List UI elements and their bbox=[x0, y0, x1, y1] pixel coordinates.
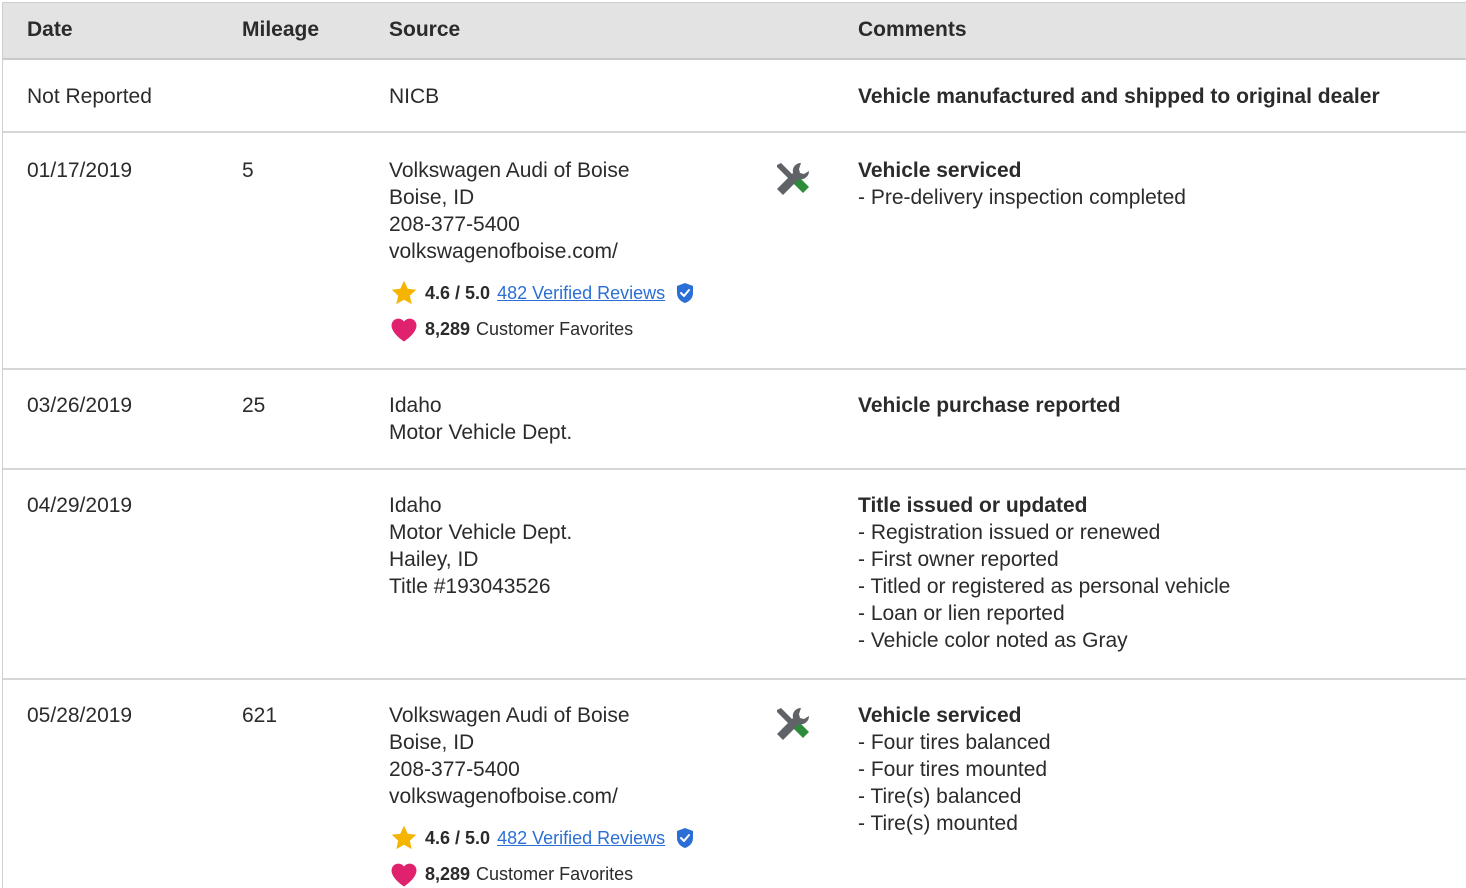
comment-line: - Registration issued or renewed bbox=[858, 521, 1161, 544]
vehicle-history-table: Date Mileage Source Comments Not Reporte… bbox=[2, 2, 1466, 888]
dealer-phone: 208-377-5400 bbox=[389, 758, 520, 781]
comment-line: - Tire(s) balanced bbox=[858, 785, 1022, 808]
table-header: Date Mileage Source Comments bbox=[3, 2, 1466, 60]
row-comments: Vehicle serviced - Pre-delivery inspecti… bbox=[858, 157, 1186, 211]
row-comments: Vehicle serviced - Four tires balanced -… bbox=[858, 702, 1051, 837]
wrench-screwdriver-icon bbox=[777, 162, 810, 195]
header-comments: Comments bbox=[858, 18, 967, 41]
row-comments: Vehicle purchase reported bbox=[858, 392, 1121, 419]
star-icon bbox=[391, 825, 417, 850]
favorites-count: 8,289 bbox=[425, 863, 471, 884]
header-mileage: Mileage bbox=[242, 18, 320, 41]
verified-shield-icon bbox=[677, 283, 694, 303]
verified-reviews-link[interactable]: 482 Verified Reviews bbox=[497, 825, 665, 852]
comment-title: Vehicle serviced bbox=[858, 704, 1022, 727]
row-mileage: 621 bbox=[242, 704, 278, 727]
comment-line: - First owner reported bbox=[858, 548, 1059, 571]
table-row: 05/28/2019 621 Volkswagen Audi of Boise … bbox=[3, 678, 1466, 888]
favorites-label: Customer Favorites bbox=[476, 318, 634, 339]
table-row: 03/26/2019 25 Idaho Motor Vehicle Dept. … bbox=[3, 370, 1466, 470]
comment-line: - Four tires mounted bbox=[858, 758, 1048, 781]
comment-line: - Pre-delivery inspection completed bbox=[858, 186, 1186, 209]
dealer-rating: 4.6 / 5.0 482 Verified Reviews bbox=[389, 824, 695, 852]
source-line: Idaho bbox=[389, 394, 442, 417]
source-line: Hailey, ID bbox=[389, 548, 479, 571]
row-comments: Title issued or updated - Registration i… bbox=[858, 492, 1230, 654]
table-row: Not Reported NICB Vehicle manufactured a… bbox=[3, 60, 1466, 133]
dealer-website: volkswagenofboise.com/ bbox=[389, 785, 618, 808]
row-source: Volkswagen Audi of Boise Boise, ID 208-3… bbox=[389, 702, 695, 888]
wrench-screwdriver-icon bbox=[777, 707, 810, 740]
row-source: NICB bbox=[389, 83, 439, 110]
row-source: Idaho Motor Vehicle Dept. Hailey, ID Tit… bbox=[389, 492, 572, 600]
dealer-website: volkswagenofboise.com/ bbox=[389, 240, 618, 263]
dealer-location: Boise, ID bbox=[389, 731, 475, 754]
comment-title: Vehicle manufactured and shipped to orig… bbox=[858, 85, 1380, 108]
row-source: Idaho Motor Vehicle Dept. bbox=[389, 392, 572, 446]
rating-value: 4.6 / 5.0 bbox=[425, 827, 491, 848]
heart-icon bbox=[391, 318, 417, 342]
verified-shield-icon bbox=[677, 828, 694, 848]
comment-line: - Loan or lien reported bbox=[858, 602, 1065, 625]
heart-icon bbox=[391, 863, 417, 887]
source-line: Title #193043526 bbox=[389, 575, 551, 598]
row-mileage: 5 bbox=[242, 159, 254, 182]
table-row: 01/17/2019 5 Volkswagen Audi of Boise Bo… bbox=[3, 133, 1466, 370]
favorites-count: 8,289 bbox=[425, 318, 471, 339]
dealer-name: Volkswagen Audi of Boise bbox=[389, 159, 630, 182]
row-date: Not Reported bbox=[27, 85, 152, 108]
row-source: Volkswagen Audi of Boise Boise, ID 208-3… bbox=[389, 157, 695, 343]
comment-title: Vehicle serviced bbox=[858, 159, 1022, 182]
row-divider-shadow bbox=[239, 678, 853, 680]
comment-line: - Vehicle color noted as Gray bbox=[858, 629, 1128, 652]
source-line: Idaho bbox=[389, 494, 442, 517]
dealer-phone: 208-377-5400 bbox=[389, 213, 520, 236]
customer-favorites: 8,289 Customer Favorites bbox=[389, 860, 695, 888]
row-date: 04/29/2019 bbox=[27, 494, 133, 517]
favorites-label: Customer Favorites bbox=[476, 863, 634, 884]
dealer-name: Volkswagen Audi of Boise bbox=[389, 704, 630, 727]
header-source: Source bbox=[389, 18, 461, 41]
row-date: 03/26/2019 bbox=[27, 394, 133, 417]
source-line: Motor Vehicle Dept. bbox=[389, 521, 573, 544]
customer-favorites: 8,289 Customer Favorites bbox=[389, 315, 695, 343]
rating-value: 4.6 / 5.0 bbox=[425, 282, 491, 303]
dealer-location: Boise, ID bbox=[389, 186, 475, 209]
star-icon bbox=[391, 280, 417, 305]
dealer-rating: 4.6 / 5.0 482 Verified Reviews bbox=[389, 279, 695, 307]
verified-reviews-link[interactable]: 482 Verified Reviews bbox=[497, 280, 665, 307]
row-mileage: 25 bbox=[242, 394, 266, 417]
header-date: Date bbox=[27, 18, 73, 41]
source-line: NICB bbox=[389, 85, 440, 108]
table-row: 04/29/2019 Idaho Motor Vehicle Dept. Hai… bbox=[3, 470, 1466, 678]
row-date: 05/28/2019 bbox=[27, 704, 133, 727]
source-line: Motor Vehicle Dept. bbox=[389, 421, 573, 444]
row-comments: Vehicle manufactured and shipped to orig… bbox=[858, 83, 1380, 110]
comment-line: - Titled or registered as personal vehic… bbox=[858, 575, 1231, 598]
comment-title: Title issued or updated bbox=[858, 494, 1088, 517]
comment-line: - Tire(s) mounted bbox=[858, 812, 1018, 835]
comment-line: - Four tires balanced bbox=[858, 731, 1051, 754]
row-date: 01/17/2019 bbox=[27, 159, 133, 182]
comment-title: Vehicle purchase reported bbox=[858, 394, 1121, 417]
